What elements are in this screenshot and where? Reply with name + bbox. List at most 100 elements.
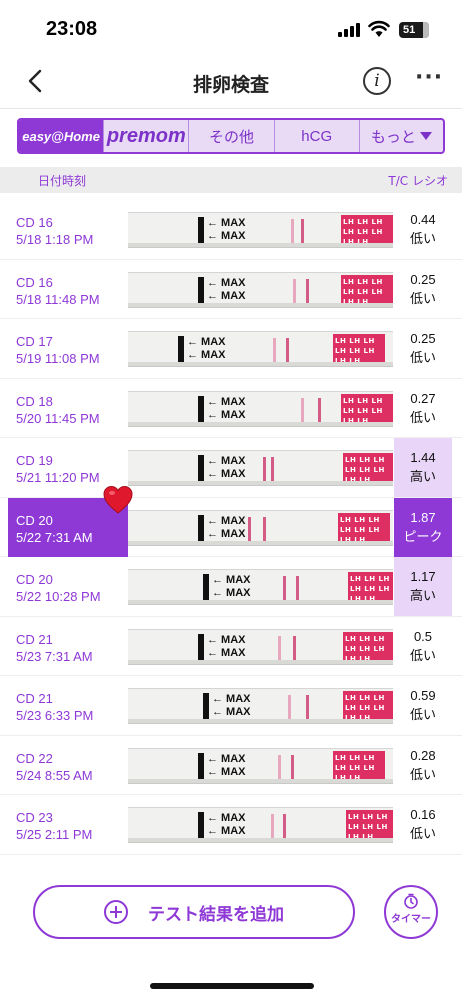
strip-max-label: ← MAX bbox=[207, 217, 246, 229]
tab-more[interactable]: もっと bbox=[360, 120, 443, 152]
add-test-result-button[interactable]: テスト結果を追加 bbox=[33, 885, 355, 939]
test-row[interactable]: CD 17 5/19 11:08 PM ← MAX ← MAX LH LH LH LH … bbox=[0, 319, 462, 379]
test-datetime: CD 20 5/22 10:28 PM bbox=[16, 571, 101, 605]
test-line bbox=[288, 695, 291, 721]
tab-premom[interactable]: premom bbox=[104, 120, 190, 152]
home-indicator bbox=[150, 983, 314, 989]
cycle-day: CD 22 bbox=[16, 750, 53, 766]
strip-marker bbox=[203, 574, 209, 602]
lh-level-label: ピーク bbox=[403, 528, 443, 544]
strip-marker bbox=[198, 455, 204, 483]
strip-max-label: ← MAX bbox=[212, 587, 251, 599]
tc-ratio: 0.5 低い bbox=[394, 617, 452, 676]
timer-button[interactable]: タイマー bbox=[384, 885, 438, 939]
strip-max-arrows: ← MAX ← MAX bbox=[187, 336, 226, 362]
strip-max-arrows: ← MAX ← MAX bbox=[207, 515, 246, 541]
control-line bbox=[296, 576, 299, 602]
test-time: 5/19 11:08 PM bbox=[16, 351, 100, 366]
test-line bbox=[293, 278, 296, 305]
control-line bbox=[271, 457, 274, 483]
lh-level-label: 低い bbox=[409, 766, 436, 782]
cycle-day: CD 17 bbox=[16, 334, 53, 349]
info-icon[interactable]: i bbox=[363, 67, 391, 95]
heart-icon bbox=[103, 485, 133, 514]
tab-other[interactable]: その他 bbox=[189, 120, 275, 152]
test-row[interactable]: CD 16 5/18 11:48 PM ← MAX ← MAX LH LH LH LH … bbox=[0, 260, 462, 319]
tc-ratio-value: 1.87 bbox=[410, 509, 436, 525]
tab-other-label: その他 bbox=[209, 128, 255, 146]
tab-easy-home[interactable]: easy@Home bbox=[19, 120, 105, 152]
test-row[interactable]: CD 20 5/22 7:31 AM ← MAX ← MAX LH LH LH LH L… bbox=[0, 485, 462, 557]
lh-level-label: 高い bbox=[409, 588, 436, 603]
more-icon[interactable]: ··· bbox=[415, 65, 443, 90]
test-line bbox=[278, 635, 281, 662]
test-row[interactable]: CD 16 5/18 1:18 PM ← MAX ← MAX LH LH LH LH L… bbox=[0, 200, 462, 260]
test-datetime: CD 19 5/21 11:20 PM bbox=[16, 452, 100, 486]
strip-max-label: ← MAX bbox=[207, 289, 246, 302]
strip-max-label: ← MAX bbox=[207, 455, 246, 467]
test-row[interactable]: CD 23 5/25 2:11 PM ← MAX ← MAX LH LH LH LH L… bbox=[0, 795, 462, 855]
strip-marker bbox=[198, 276, 204, 305]
tab-hcg[interactable]: hCG bbox=[275, 120, 360, 152]
strip-max-label: ← MAX bbox=[207, 812, 246, 824]
test-strip-image: ← MAX ← MAX LH LH LH LH LH LH LH LH bbox=[128, 509, 393, 546]
nav-bar: 排卵検査 i ··· bbox=[0, 58, 462, 106]
plus-icon bbox=[104, 900, 128, 924]
test-row[interactable]: CD 19 5/21 11:20 PM ← MAX ← MAX LH LH LH LH … bbox=[0, 438, 462, 498]
strip-max-label: ← MAX bbox=[207, 395, 246, 408]
strip-max-label: ← MAX bbox=[207, 825, 246, 837]
lh-level-label: 低い bbox=[409, 826, 436, 841]
column-ratio-label: T/C レシオ bbox=[388, 174, 448, 188]
control-line bbox=[306, 278, 309, 305]
battery-level: 51 bbox=[403, 24, 416, 36]
test-datetime: CD 21 5/23 7:31 AM bbox=[16, 631, 93, 665]
tc-ratio-value: 0.5 bbox=[413, 628, 433, 644]
control-line bbox=[286, 338, 289, 364]
strip-max-label: ← MAX bbox=[207, 408, 246, 421]
test-strip-image: ← MAX ← MAX LH LH LH LH LH LH LH LH bbox=[128, 450, 393, 486]
strip-max-arrows: ← MAX ← MAX bbox=[207, 217, 246, 243]
strip-marker bbox=[198, 752, 204, 781]
timer-icon bbox=[404, 893, 418, 909]
strip-max-arrows: ← MAX ← MAX bbox=[207, 753, 246, 779]
tc-ratio-value: 0.44 bbox=[410, 212, 436, 227]
test-line bbox=[248, 516, 251, 543]
strip-max-label: ← MAX bbox=[212, 693, 251, 705]
cycle-day: CD 20 bbox=[16, 512, 53, 528]
cycle-day: CD 16 bbox=[16, 215, 53, 230]
strip-marker bbox=[198, 514, 204, 543]
status-time: 23:08 bbox=[46, 18, 98, 40]
control-line bbox=[293, 635, 296, 662]
test-strip-image: ← MAX ← MAX LH LH LH LH LH LH LH LH bbox=[128, 807, 393, 843]
test-strip-image: ← MAX ← MAX LH LH LH LH LH LH LH LH bbox=[128, 331, 393, 367]
strip-max-label: ← MAX bbox=[207, 527, 246, 540]
strip-marker bbox=[203, 693, 209, 721]
strip-max-arrows: ← MAX ← MAX bbox=[207, 277, 246, 303]
cycle-day: CD 21 bbox=[16, 691, 53, 706]
test-list: CD 16 5/18 1:18 PM ← MAX ← MAX LH LH LH LH L… bbox=[0, 200, 462, 855]
strip-max-arrows: ← MAX ← MAX bbox=[207, 455, 246, 481]
test-strip-image: ← MAX ← MAX LH LH LH LH LH LH LH LH bbox=[128, 688, 393, 724]
test-strip-image: ← MAX ← MAX LH LH LH LH LH LH LH LH bbox=[128, 628, 393, 665]
test-row[interactable]: CD 20 5/22 10:28 PM ← MAX ← MAX LH LH LH LH … bbox=[0, 557, 462, 617]
tc-ratio-value: 0.28 bbox=[410, 747, 436, 763]
tc-ratio-value: 1.44 bbox=[410, 450, 436, 465]
test-time: 5/25 2:11 PM bbox=[16, 827, 93, 842]
strip-max-arrows: ← MAX ← MAX bbox=[207, 396, 246, 422]
strip-max-arrows: ← MAX ← MAX bbox=[212, 693, 251, 719]
tab-hcg-label: hCG bbox=[301, 127, 333, 145]
test-row[interactable]: CD 21 5/23 6:33 PM ← MAX ← MAX LH LH LH LH L… bbox=[0, 676, 462, 736]
test-datetime: CD 22 5/24 8:55 AM bbox=[16, 750, 93, 784]
lh-level-label: 低い bbox=[409, 707, 436, 722]
test-row[interactable]: CD 18 5/20 11:45 PM ← MAX ← MAX LH LH LH LH … bbox=[0, 379, 462, 438]
test-row[interactable]: CD 22 5/24 8:55 AM ← MAX ← MAX LH LH LH LH L… bbox=[0, 736, 462, 795]
test-time: 5/23 6:33 PM bbox=[16, 708, 94, 723]
strip-marker bbox=[198, 395, 204, 424]
strip-max-label: ← MAX bbox=[207, 514, 246, 527]
test-row[interactable]: CD 21 5/23 7:31 AM ← MAX ← MAX LH LH LH LH L… bbox=[0, 617, 462, 676]
tab-premom-label: premom bbox=[106, 124, 186, 147]
test-datetime: CD 21 5/23 6:33 PM bbox=[16, 690, 93, 724]
test-time: 5/22 7:31 AM bbox=[16, 529, 93, 545]
test-strip-image: ← MAX ← MAX LH LH LH LH LH LH LH LH bbox=[128, 569, 393, 605]
cycle-day: CD 19 bbox=[16, 453, 53, 468]
